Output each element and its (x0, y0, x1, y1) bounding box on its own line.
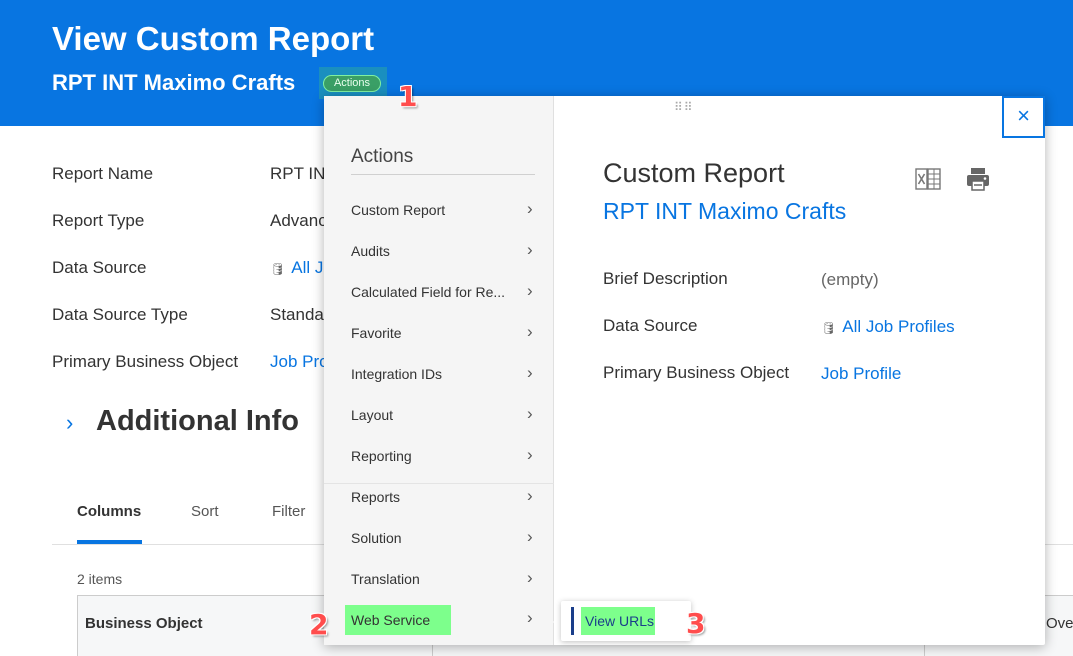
menu-item-label: Web Service (351, 612, 431, 628)
menu-item-layout[interactable]: Layout › (324, 399, 554, 435)
excel-export-icon[interactable] (915, 166, 941, 192)
actions-button[interactable]: Actions (323, 75, 381, 92)
menu-item-reports[interactable]: Reports › (324, 481, 554, 517)
menu-item-label: Calculated Field for Re... (351, 284, 506, 300)
chevron-right-icon: › (527, 486, 533, 505)
column-header-overflow[interactable]: Ove (1046, 615, 1073, 632)
menu-item-custom-report[interactable]: Custom Report › (324, 194, 554, 230)
panel-data-source-link[interactable]: 🛢 All Job Profiles (821, 317, 955, 337)
menu-divider (351, 174, 535, 175)
report-name-value: RPT IN (270, 164, 326, 183)
actions-highlight: Actions (319, 67, 387, 99)
chevron-right-icon: › (527, 363, 533, 382)
panel-data-source-label: Data Source (603, 316, 698, 335)
data-source-label: Data Source (52, 258, 147, 277)
menu-item-label: Favorite (351, 325, 402, 341)
menu-item-label: Solution (351, 530, 402, 546)
callout-2: 2 (309, 608, 329, 641)
menu-item-integration-ids[interactable]: Integration IDs › (324, 358, 554, 394)
actions-popup: Actions Custom Report › Audits › Calcula… (324, 96, 1045, 645)
item-count: 2 items (77, 571, 123, 587)
chevron-right-icon: › (527, 608, 533, 627)
tab-sort[interactable]: Sort (191, 503, 219, 520)
report-type-label: Report Type (52, 211, 145, 230)
data-source-link[interactable]: 🛢 All J (270, 258, 323, 278)
additional-info-heading: Additional Info (96, 405, 299, 437)
submenu-focus-bar (571, 607, 574, 635)
callout-1: 1 (398, 80, 418, 113)
menu-item-favorite[interactable]: Favorite › (324, 317, 554, 353)
print-icon[interactable] (964, 165, 992, 193)
chevron-right-icon[interactable]: › (66, 410, 73, 436)
page-title: View Custom Report (52, 20, 375, 57)
panel-primary-business-object-label: Primary Business Object (603, 363, 790, 382)
report-name-label: Report Name (52, 164, 154, 183)
chevron-right-icon: › (527, 322, 533, 341)
primary-business-object-label: Primary Business Object (52, 352, 239, 371)
submenu-pointer (553, 614, 561, 630)
drag-handle-icon[interactable]: ⠿⠿ (674, 101, 694, 113)
menu-item-label: Audits (351, 243, 390, 259)
primary-business-object-link[interactable]: Job Pro (270, 352, 329, 372)
chevron-right-icon: › (527, 199, 533, 218)
tab-filter[interactable]: Filter (272, 503, 305, 520)
menu-item-label: Custom Report (351, 202, 446, 218)
database-icon: 🛢 (270, 262, 286, 276)
menu-item-label: Translation (351, 571, 420, 587)
panel-primary-business-object-link[interactable]: Job Profile (821, 364, 901, 384)
tab-columns[interactable]: Columns (77, 503, 141, 520)
menu-item-reporting[interactable]: Reporting › (324, 440, 554, 476)
menu-item-label: Reporting (351, 448, 412, 464)
menu-title: Actions (351, 146, 414, 167)
report-name-heading: RPT INT Maximo Crafts (52, 70, 296, 95)
menu-item-translation[interactable]: Translation › (324, 563, 554, 599)
panel-data-source-value: All Job Profiles (842, 317, 955, 336)
panel-subtitle-link[interactable]: RPT INT Maximo Crafts (603, 198, 846, 225)
chevron-right-icon: › (527, 404, 533, 423)
report-type-value: Advanc (270, 211, 327, 230)
chevron-right-icon: › (527, 240, 533, 259)
panel-title: Custom Report (603, 158, 785, 188)
menu-item-audits[interactable]: Audits › (324, 235, 554, 271)
close-button[interactable]: × (1002, 96, 1045, 138)
menu-item-label: Layout (351, 407, 394, 423)
menu-item-label: Integration IDs (351, 366, 443, 382)
brief-description-value: (empty) (821, 270, 879, 289)
database-icon: 🛢 (821, 321, 837, 335)
data-source-type-value: Standa (270, 305, 324, 324)
actions-menu: Actions Custom Report › Audits › Calcula… (324, 96, 554, 645)
menu-item-calculated-field[interactable]: Calculated Field for Re... › (324, 276, 554, 312)
column-header-business-object[interactable]: Business Object (85, 615, 203, 632)
chevron-right-icon: › (527, 281, 533, 300)
web-service-submenu: View URLs (561, 601, 691, 641)
callout-3: 3 (686, 607, 706, 640)
data-source-value: All J (291, 258, 324, 277)
chevron-right-icon: › (527, 568, 533, 587)
brief-description-label: Brief Description (603, 269, 728, 288)
menu-item-solution[interactable]: Solution › (324, 522, 554, 558)
chevron-right-icon: › (527, 445, 533, 464)
menu-item-label: Reports (351, 489, 401, 505)
data-source-type-label: Data Source Type (52, 305, 188, 324)
submenu-item-label: View URLs (585, 613, 654, 629)
chevron-right-icon: › (527, 527, 533, 546)
